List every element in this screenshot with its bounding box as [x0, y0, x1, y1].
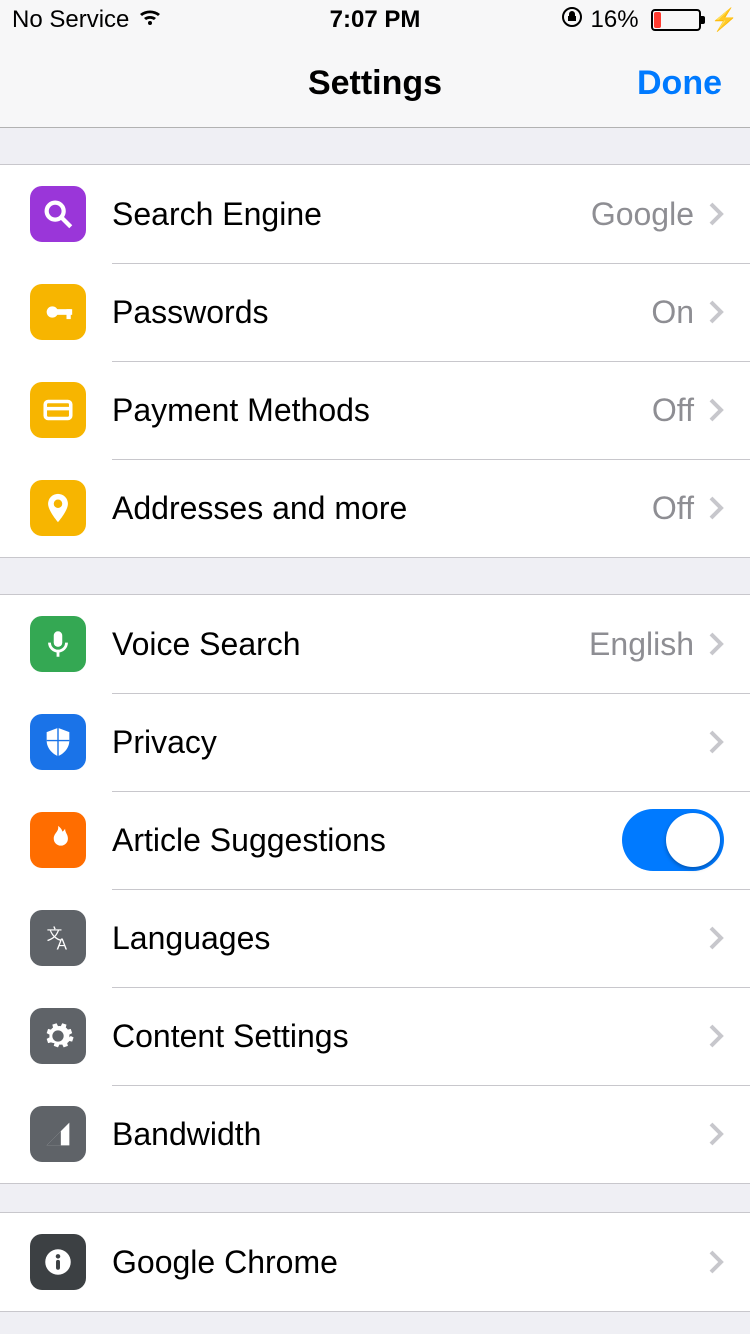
chevron-right-icon	[708, 729, 724, 755]
flame-icon	[30, 812, 86, 868]
battery-icon	[651, 9, 701, 31]
row-payment-methods[interactable]: Payment Methods Off	[0, 361, 750, 459]
article-suggestions-toggle[interactable]	[622, 809, 724, 871]
orientation-lock-icon	[561, 6, 583, 35]
chevron-right-icon	[708, 495, 724, 521]
row-label: Google Chrome	[112, 1244, 338, 1281]
row-languages[interactable]: 文A Languages	[0, 889, 750, 987]
row-article-suggestions[interactable]: Article Suggestions	[0, 791, 750, 889]
row-label: Bandwidth	[112, 1116, 261, 1153]
nav-bar: Settings Done	[0, 40, 750, 128]
moon-icon	[533, 6, 553, 34]
row-label: Article Suggestions	[112, 822, 386, 859]
chevron-right-icon	[708, 925, 724, 951]
row-value: On	[651, 294, 694, 331]
chevron-right-icon	[708, 1249, 724, 1275]
charging-icon: ⚡	[711, 7, 738, 33]
status-bar: No Service 7:07 PM 16% ⚡	[0, 0, 750, 40]
row-label: Voice Search	[112, 626, 301, 663]
chevron-right-icon	[708, 397, 724, 423]
translate-icon: 文A	[30, 910, 86, 966]
svg-text:A: A	[57, 936, 68, 953]
row-label: Search Engine	[112, 196, 322, 233]
row-addresses[interactable]: Addresses and more Off	[0, 459, 750, 557]
row-search-engine[interactable]: Search Engine Google	[0, 165, 750, 263]
carrier-text: No Service	[12, 6, 129, 34]
info-icon	[30, 1234, 86, 1290]
data-saver-icon	[30, 1106, 86, 1162]
wifi-icon	[137, 6, 163, 34]
row-content-settings[interactable]: Content Settings	[0, 987, 750, 1085]
row-label: Privacy	[112, 724, 217, 761]
row-passwords[interactable]: Passwords On	[0, 263, 750, 361]
done-button[interactable]: Done	[637, 64, 722, 103]
chevron-right-icon	[708, 1023, 724, 1049]
settings-group-2: Voice Search English Privacy Article Sug…	[0, 594, 750, 1184]
key-icon	[30, 284, 86, 340]
chevron-right-icon	[708, 1121, 724, 1147]
search-icon	[30, 186, 86, 242]
row-label: Addresses and more	[112, 490, 407, 527]
chevron-right-icon	[708, 299, 724, 325]
page-title: Settings	[308, 64, 442, 103]
row-value: Off	[652, 392, 694, 429]
row-value: English	[589, 626, 694, 663]
row-label: Passwords	[112, 294, 269, 331]
shield-icon	[30, 714, 86, 770]
row-privacy[interactable]: Privacy	[0, 693, 750, 791]
row-label: Payment Methods	[112, 392, 370, 429]
row-voice-search[interactable]: Voice Search English	[0, 595, 750, 693]
gear-icon	[30, 1008, 86, 1064]
row-bandwidth[interactable]: Bandwidth	[0, 1085, 750, 1183]
microphone-icon	[30, 616, 86, 672]
settings-group-1: Search Engine Google Passwords On Paymen…	[0, 164, 750, 558]
row-value: Google	[591, 196, 694, 233]
chevron-right-icon	[708, 631, 724, 657]
settings-group-3: Google Chrome	[0, 1212, 750, 1312]
location-pin-icon	[30, 480, 86, 536]
credit-card-icon	[30, 382, 86, 438]
battery-pct-text: 16%	[591, 6, 639, 34]
chevron-right-icon	[708, 201, 724, 227]
row-label: Content Settings	[112, 1018, 349, 1055]
row-label: Languages	[112, 920, 270, 957]
row-google-chrome[interactable]: Google Chrome	[0, 1213, 750, 1311]
row-value: Off	[652, 490, 694, 527]
